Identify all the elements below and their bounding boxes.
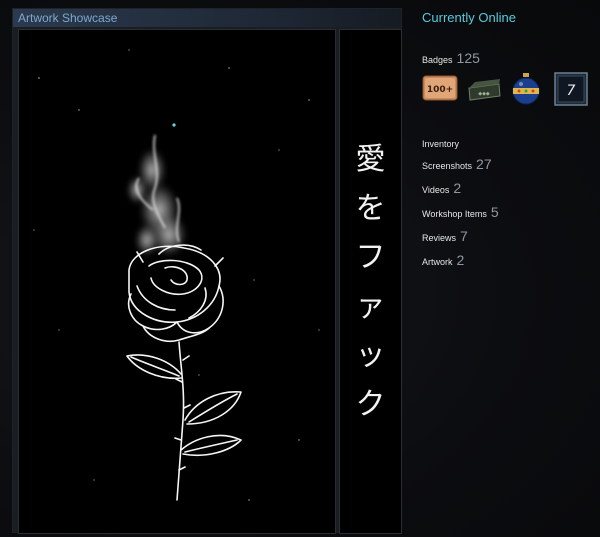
screenshots-link[interactable]: Screenshots 27 [422,156,492,174]
workshop-items-count: 5 [490,204,499,220]
svg-text:100+: 100+ [427,85,453,95]
showcase-body: 愛 を フ ァ ッ ク [18,29,402,534]
vertical-char: ァ [355,289,386,324]
artwork-label: Artwork [422,257,453,267]
number-seven-badge-icon[interactable]: 7 [554,72,588,106]
vertical-japanese-text: 愛 を フ ァ ッ ク [340,135,401,429]
reviews-count: 7 [460,228,468,244]
reviews-link[interactable]: Reviews 7 [422,228,468,246]
online-status: Currently Online [422,10,516,25]
vertical-char: 愛 [355,142,386,177]
reviews-label: Reviews [422,233,457,243]
100-plus-badge-icon[interactable]: 100+ [422,72,458,104]
badges-link[interactable]: Badges 125 [422,50,480,68]
star-particles [33,49,320,501]
vertical-char: を [355,191,386,226]
svg-text:◆◆◆: ◆◆◆ [478,91,490,97]
screenshots-label: Screenshots [422,161,473,171]
vertical-char: ク [355,387,386,422]
badges-count: 125 [456,50,480,66]
badges-label: Badges [422,55,453,65]
videos-label: Videos [422,185,450,195]
crate-badge-icon[interactable]: ◆◆◆ [466,78,502,102]
showcase-title: Artwork Showcase [13,9,401,27]
vertical-char: ッ [355,338,386,373]
screenshots-count: 27 [476,156,492,172]
ornament-badge-icon[interactable] [510,72,542,106]
artwork-link[interactable]: Artwork 2 [422,252,464,270]
artwork-side-image[interactable]: 愛 を フ ァ ッ ク [339,29,402,534]
workshop-items-label: Workshop Items [422,209,487,219]
artwork-count: 2 [456,252,465,268]
rose-stem [126,341,242,501]
vertical-char: フ [355,240,386,275]
artwork-main-image[interactable] [18,29,336,534]
videos-link[interactable]: Videos 2 [422,180,461,198]
badge-row: 100+ ◆◆◆ 7 [422,72,592,108]
inventory-label: Inventory [422,139,460,149]
videos-count: 2 [453,180,462,196]
rose-outline [127,244,224,342]
inventory-link[interactable]: Inventory [422,134,459,152]
artwork-showcase: Artwork Showcase 愛 を フ ァ ッ ク [12,8,402,534]
profile-page: Artwork Showcase 愛 を フ ァ ッ ク Currently O… [0,0,600,537]
rose-artwork-image [33,49,320,501]
workshop-items-link[interactable]: Workshop Items 5 [422,204,499,222]
svg-text:7: 7 [567,83,576,99]
